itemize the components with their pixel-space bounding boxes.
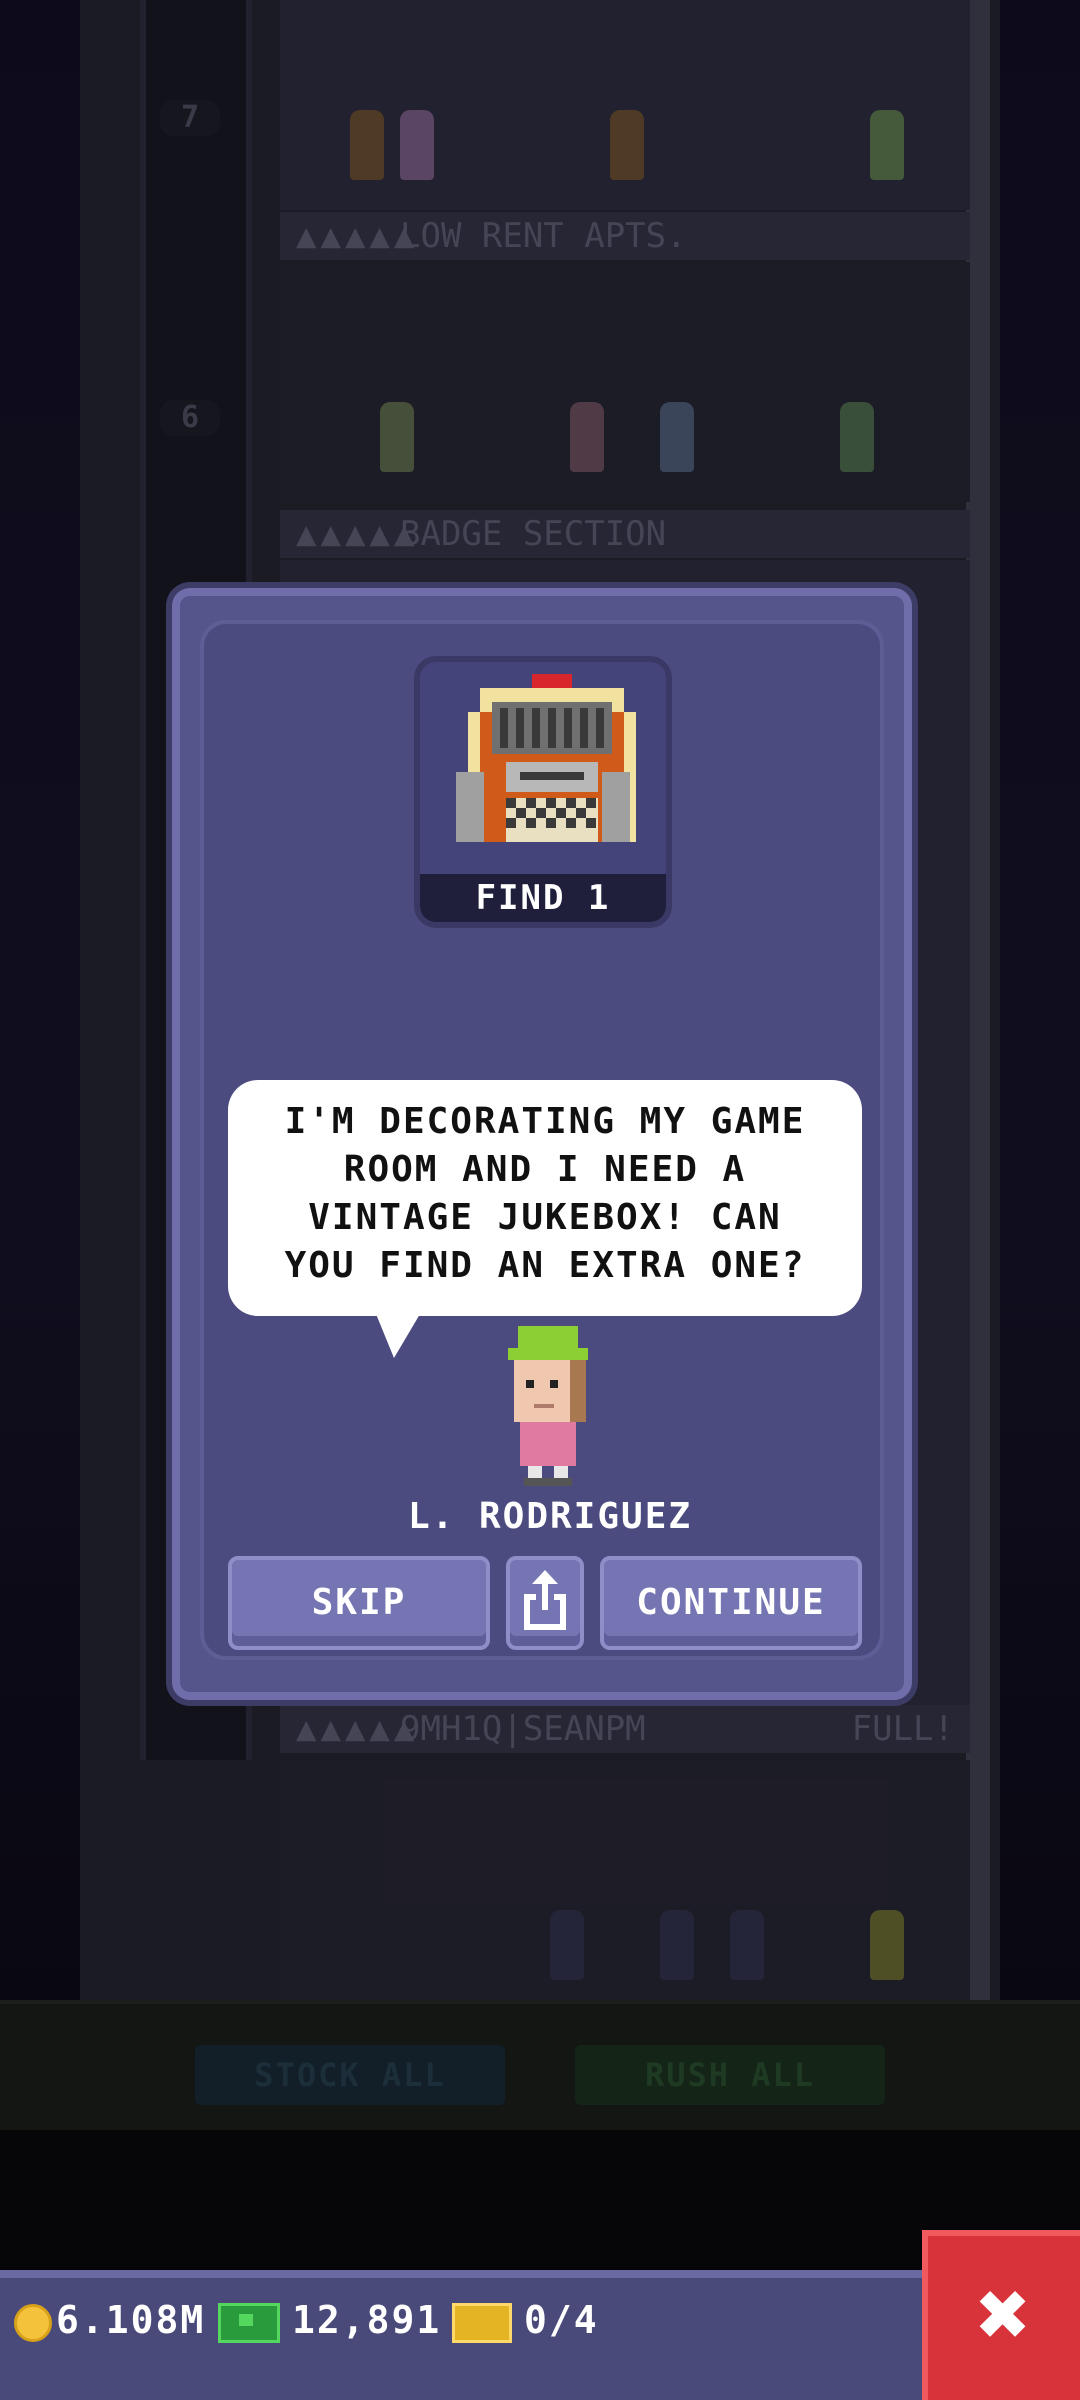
speech-bubble-tail bbox=[376, 1314, 420, 1358]
close-button[interactable]: ✖ bbox=[922, 2230, 1080, 2400]
coins-counter[interactable]: 6.108M bbox=[14, 2290, 205, 2350]
bux-counter[interactable]: 12,891 bbox=[218, 2290, 441, 2350]
continue-button[interactable]: CONTINUE bbox=[600, 1556, 862, 1650]
speech-bubble: I'M DECORATING MY GAME ROOM AND I NEED A… bbox=[228, 1080, 862, 1316]
bux-value: 12,891 bbox=[292, 2298, 442, 2342]
tickets-value: 0/4 bbox=[524, 2298, 599, 2342]
find-count-label: FIND 1 bbox=[420, 874, 666, 922]
close-icon: ✖ bbox=[976, 2262, 1032, 2367]
resident-avatar bbox=[508, 1326, 588, 1486]
skip-button[interactable]: SKIP bbox=[228, 1556, 490, 1650]
tickets-counter[interactable]: 0/4 bbox=[452, 2290, 599, 2350]
resident-name: L. RODRIGUEZ bbox=[407, 1496, 693, 1537]
hud-top-border bbox=[0, 2270, 1080, 2278]
item-card: FIND 1 bbox=[414, 656, 672, 928]
ticket-icon bbox=[452, 2302, 512, 2343]
find-item-dialog: FIND 1 I'M DECORATING MY GAME ROOM AND I… bbox=[172, 588, 912, 1700]
tower-bux-icon bbox=[218, 2302, 280, 2343]
share-icon bbox=[524, 1570, 566, 1630]
coins-value: 6.108M bbox=[56, 2298, 206, 2342]
coin-icon bbox=[14, 2303, 52, 2342]
jukebox-icon bbox=[456, 674, 636, 842]
share-button[interactable] bbox=[506, 1556, 584, 1650]
